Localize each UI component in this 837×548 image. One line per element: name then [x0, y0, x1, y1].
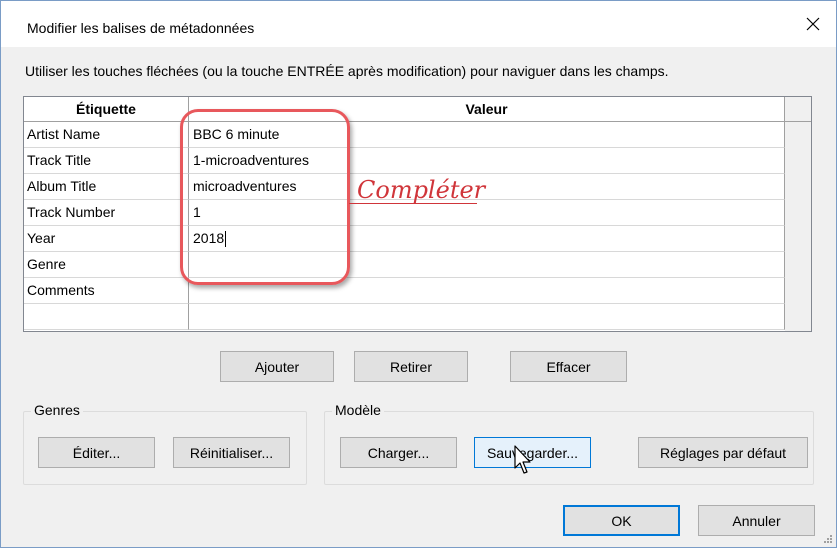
table-row[interactable]: Track Title 1-microadventures — [24, 148, 785, 174]
add-button[interactable]: Ajouter — [220, 351, 334, 382]
tag-cell[interactable]: Track Number — [24, 200, 189, 226]
table-row[interactable] — [24, 304, 785, 330]
cancel-button[interactable]: Annuler — [698, 505, 815, 536]
tag-cell[interactable] — [24, 304, 189, 330]
load-template-button[interactable]: Charger... — [340, 437, 457, 468]
close-icon — [806, 17, 820, 31]
table-row[interactable]: Artist Name BBC 6 minute — [24, 122, 785, 148]
table-row[interactable]: Comments — [24, 278, 785, 304]
close-button[interactable] — [790, 1, 836, 47]
window-title: Modifier les balises de métadonnées — [27, 20, 255, 36]
title-bar: Modifier les balises de métadonnées — [1, 1, 836, 47]
table-row[interactable]: Genre — [24, 252, 785, 278]
template-group-label: Modèle — [332, 402, 384, 418]
header-tag[interactable]: Étiquette — [24, 97, 189, 122]
header-spacer — [785, 97, 811, 122]
tag-cell[interactable]: Genre — [24, 252, 189, 278]
annotation-label: Compléter — [357, 176, 486, 204]
tag-cell[interactable]: Track Title — [24, 148, 189, 174]
metadata-grid: Étiquette Valeur Artist Name BBC 6 minut… — [23, 96, 812, 332]
edit-genres-button[interactable]: Éditer... — [38, 437, 155, 468]
metadata-dialog: Modifier les balises de métadonnées Util… — [0, 0, 837, 548]
tag-cell[interactable]: Album Title — [24, 174, 189, 200]
resize-grip-icon[interactable] — [822, 533, 832, 543]
instruction-text: Utiliser les touches fléchées (ou la tou… — [25, 63, 669, 79]
remove-button[interactable]: Retirer — [354, 351, 468, 382]
tag-cell[interactable]: Comments — [24, 278, 189, 304]
grid-filler — [785, 122, 811, 331]
table-row[interactable]: Year 2018 — [24, 226, 785, 252]
ok-button[interactable]: OK — [563, 505, 680, 536]
defaults-button[interactable]: Réglages par défaut — [638, 437, 808, 468]
genres-group-label: Genres — [31, 402, 83, 418]
tag-cell[interactable]: Artist Name — [24, 122, 189, 148]
reset-genres-button[interactable]: Réinitialiser... — [173, 437, 290, 468]
mouse-pointer-icon — [514, 445, 531, 474]
value-cell[interactable] — [189, 304, 785, 330]
clear-button[interactable]: Effacer — [510, 351, 627, 382]
annotation-highlight — [180, 109, 350, 285]
tag-cell[interactable]: Year — [24, 226, 189, 252]
